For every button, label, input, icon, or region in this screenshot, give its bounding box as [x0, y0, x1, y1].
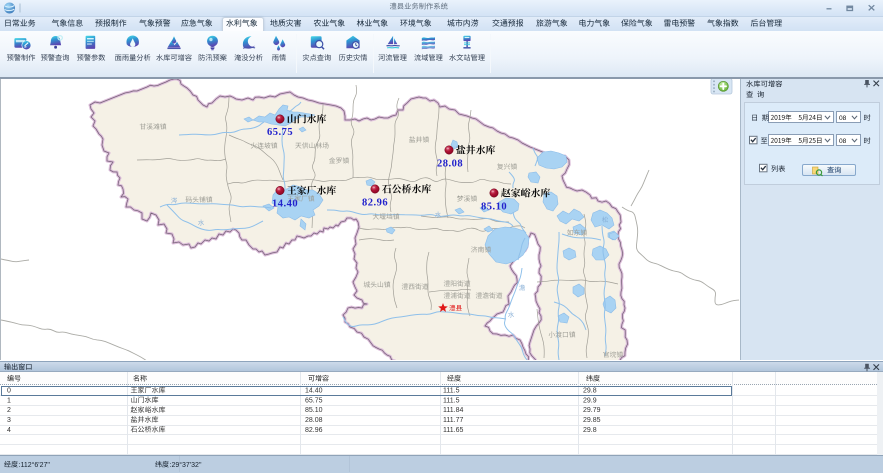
svg-text:65.75: 65.75	[267, 127, 293, 138]
svg-text:14.40: 14.40	[272, 199, 298, 210]
svg-text:82.96: 82.96	[362, 198, 388, 209]
svg-text:28.08: 28.08	[437, 159, 463, 170]
svg-text:85.10: 85.10	[481, 202, 507, 213]
